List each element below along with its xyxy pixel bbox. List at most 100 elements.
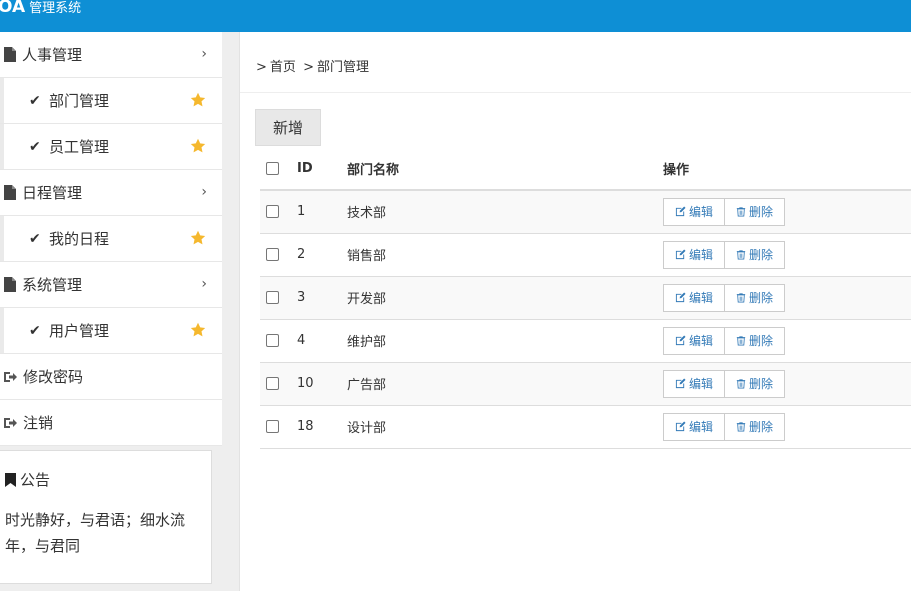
edit-label: 编辑 — [689, 377, 714, 391]
cell-name: 销售部 — [347, 249, 387, 264]
add-button[interactable]: 新增 — [255, 109, 321, 146]
sidebar-item-label: 修改密码 — [23, 368, 84, 386]
check-icon: ✔ — [29, 230, 41, 247]
sidebar-group-personnel[interactable]: 人事管理 › — [0, 32, 222, 78]
cell-name: 技术部 — [347, 206, 387, 222]
edit-button[interactable]: 编辑 — [663, 369, 726, 398]
cell-name: 开发部 — [347, 292, 387, 307]
main-content: > 首页 > 部门管理 新增 ID 部门名称 操作 1 技术部 编辑 删除 2 销售部 编辑 删除… — [240, 32, 911, 591]
brand-logo: OA — [0, 0, 26, 17]
sidebar-item-my-schedule[interactable]: ✔ 我的日程 — [0, 216, 222, 262]
edit-icon — [675, 335, 686, 346]
sidebar-item-departments[interactable]: ✔ 部门管理 — [0, 78, 222, 124]
cell-id: 4 — [297, 333, 306, 348]
star-icon — [190, 92, 206, 107]
delete-button[interactable]: 删除 — [725, 283, 786, 312]
notice-title: 公告 — [20, 471, 51, 489]
row-checkbox[interactable] — [266, 291, 279, 304]
sidebar-item-label: 系统管理 — [22, 276, 83, 294]
sidebar-item-label: 部门管理 — [49, 92, 110, 110]
delete-button[interactable]: 删除 — [725, 197, 786, 226]
row-checkbox[interactable] — [266, 248, 279, 261]
column-id: ID — [297, 148, 347, 191]
sign-out-icon — [4, 417, 17, 428]
edit-icon — [675, 421, 686, 432]
cell-id: 10 — [297, 376, 314, 391]
check-icon: ✔ — [29, 138, 41, 155]
edit-label: 编辑 — [689, 205, 714, 220]
delete-label: 删除 — [749, 291, 774, 305]
star-icon — [190, 230, 206, 245]
breadcrumb-separator: > — [303, 60, 314, 75]
delete-label: 删除 — [749, 248, 774, 262]
column-name: 部门名称 — [347, 148, 663, 191]
breadcrumb-separator: > — [256, 60, 267, 75]
sidebar-item-label: 用户管理 — [49, 322, 110, 340]
edit-button[interactable]: 编辑 — [663, 326, 726, 355]
delete-button[interactable]: 删除 — [725, 412, 786, 441]
edit-button[interactable]: 编辑 — [663, 412, 726, 441]
file-icon — [4, 47, 16, 62]
row-actions: 编辑 删除 — [663, 369, 911, 398]
sidebar-item-label: 注销 — [23, 414, 54, 432]
edit-button[interactable]: 编辑 — [663, 283, 726, 312]
cell-id: 1 — [297, 204, 306, 220]
sidebar-item-change-password[interactable]: 修改密码 — [0, 354, 222, 400]
cell-id: 18 — [297, 419, 314, 434]
chevron-right-icon: › — [201, 184, 207, 200]
cell-name: 广告部 — [347, 378, 387, 393]
delete-button[interactable]: 删除 — [725, 326, 786, 355]
table-row: 4 维护部 编辑 删除 — [260, 319, 911, 362]
sidebar-item-label: 员工管理 — [49, 138, 110, 156]
breadcrumb-home[interactable]: 首页 — [270, 60, 296, 75]
row-checkbox[interactable] — [266, 205, 279, 219]
edit-label: 编辑 — [689, 248, 714, 262]
edit-icon — [675, 249, 686, 260]
chevron-right-icon: › — [201, 46, 207, 62]
edit-label: 编辑 — [689, 291, 714, 305]
trash-icon — [736, 293, 746, 303]
sidebar-item-logout[interactable]: 注销 — [0, 400, 222, 446]
delete-button[interactable]: 删除 — [725, 240, 786, 269]
trash-icon — [736, 336, 746, 346]
edit-button[interactable]: 编辑 — [663, 240, 726, 269]
cell-name: 设计部 — [347, 421, 387, 436]
delete-label: 删除 — [749, 334, 774, 348]
table-row: 10 广告部 编辑 删除 — [260, 362, 911, 405]
table-row: 3 开发部 编辑 删除 — [260, 276, 911, 319]
row-actions: 编辑 删除 — [663, 240, 911, 269]
delete-button[interactable]: 删除 — [725, 369, 786, 398]
table-row: 18 设计部 编辑 删除 — [260, 405, 911, 448]
edit-label: 编辑 — [689, 420, 714, 434]
row-checkbox[interactable] — [266, 334, 279, 347]
check-icon: ✔ — [29, 322, 41, 339]
brand: OA 管理系统 — [0, 0, 81, 32]
trash-icon — [736, 422, 746, 432]
sidebar-item-label: 我的日程 — [49, 230, 110, 248]
row-checkbox[interactable] — [266, 377, 279, 390]
cell-id: 3 — [297, 290, 306, 305]
table-header-row: ID 部门名称 操作 — [260, 148, 911, 191]
sidebar-group-system[interactable]: 系统管理 › — [0, 262, 222, 308]
row-checkbox[interactable] — [266, 420, 279, 433]
select-all-checkbox[interactable] — [266, 162, 279, 175]
star-icon — [190, 138, 206, 153]
sidebar-item-label: 日程管理 — [22, 184, 83, 202]
edit-icon — [675, 378, 686, 389]
top-header: OA 管理系统 — [0, 0, 911, 32]
delete-label: 删除 — [749, 205, 774, 220]
cell-id: 2 — [297, 247, 306, 262]
sidebar-menu: 人事管理 › ✔ 部门管理 ✔ 员工管理 日程管理 › ✔ 我的日程 系统管理 … — [0, 32, 222, 446]
notice-text: 时光静好，与君语；细水流年，与君同 — [5, 511, 186, 555]
trash-icon — [736, 379, 746, 389]
column-ops: 操作 — [663, 148, 911, 191]
delete-label: 删除 — [749, 420, 774, 434]
sidebar-item-users[interactable]: ✔ 用户管理 — [0, 308, 222, 354]
edit-button[interactable]: 编辑 — [663, 197, 726, 226]
sidebar-group-schedule[interactable]: 日程管理 › — [0, 170, 222, 216]
edit-icon — [675, 206, 686, 217]
sidebar-item-employees[interactable]: ✔ 员工管理 — [0, 124, 222, 170]
bookmark-icon — [5, 472, 16, 487]
row-actions: 编辑 删除 — [663, 283, 911, 312]
star-icon — [190, 322, 206, 337]
